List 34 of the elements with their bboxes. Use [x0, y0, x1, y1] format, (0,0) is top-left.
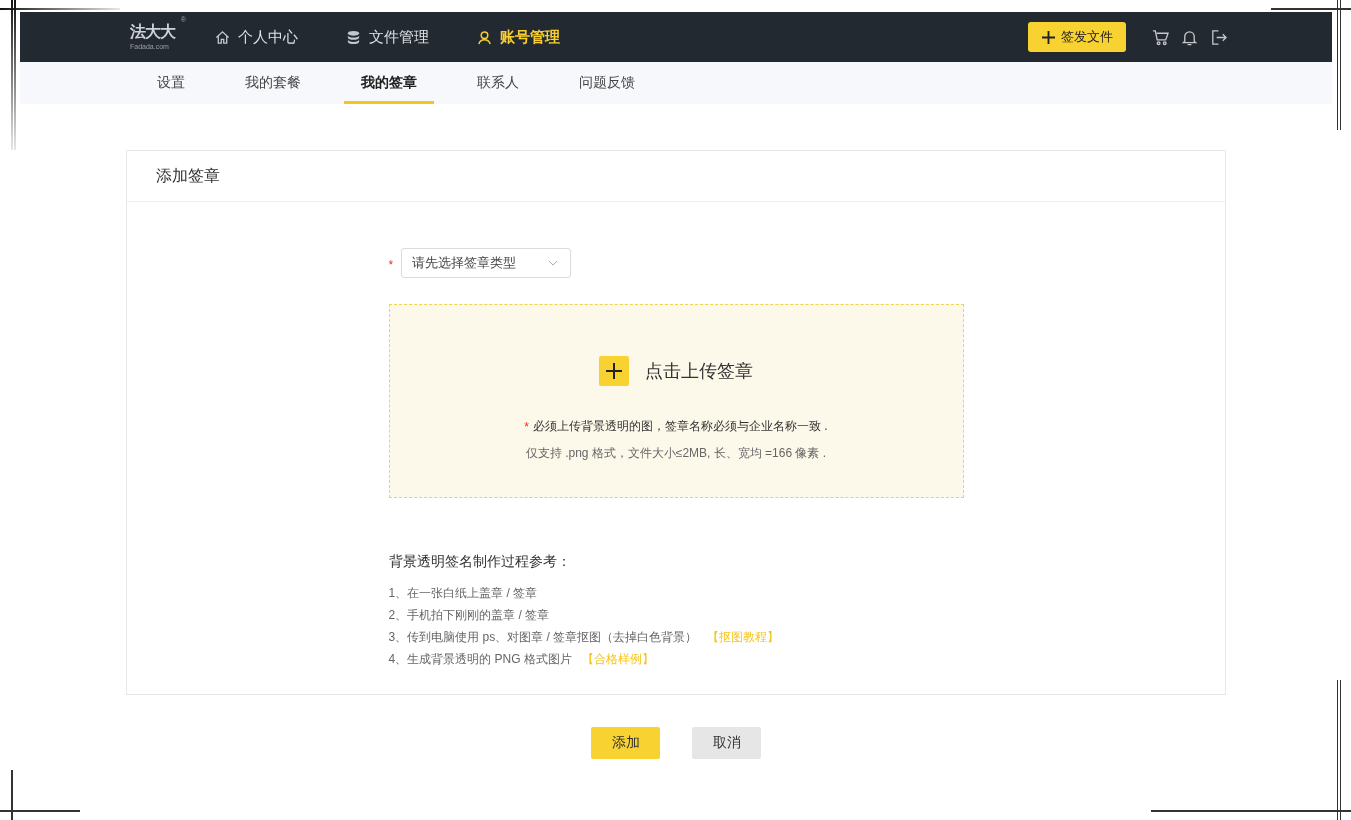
- guide-title: 背景透明签名制作过程参考：: [388, 552, 572, 571]
- guide-step: 3、传到电脑使用 ps、对图章 / 签章抠图（去掉白色背景）: [388, 626, 698, 648]
- add-button[interactable]: 添加: [591, 727, 660, 759]
- tab[interactable]: 设置: [140, 62, 202, 104]
- plus-icon: [1041, 30, 1055, 44]
- home-icon: [215, 29, 230, 45]
- required-mark: *: [524, 419, 529, 436]
- cart-icon[interactable]: [1152, 28, 1169, 46]
- tab[interactable]: 我的套餐: [228, 62, 318, 104]
- tab[interactable]: 联系人: [460, 62, 536, 104]
- signature-type-select[interactable]: 请先选择签章类型: [401, 248, 572, 278]
- user-icon: [477, 29, 492, 45]
- bell-icon[interactable]: [1181, 28, 1198, 46]
- guide-step: 4、生成背景透明的 PNG 格式图片: [388, 648, 572, 670]
- upload-note: 仅支持 .png 格式，文件大小≤2MB, 长、宽均 =166 像素 .: [525, 445, 827, 462]
- guide-step: 1、在一张白纸上盖章 / 签章: [388, 582, 538, 604]
- upload-button[interactable]: 点击上传签章: [599, 356, 753, 386]
- card-title: 添加签章: [156, 165, 220, 186]
- sign-document-button[interactable]: 签发文件: [1028, 22, 1126, 52]
- guide-step: 2、手机拍下刚刚的盖章 / 签章: [388, 604, 550, 626]
- upload-dropzone[interactable]: 点击上传签章 * 必须上传背景透明的图，签章名称必须与企业名称一致 . 仅支持 .png 格式，文件大小≤2MB, 长、宽均 =166 像素 .: [388, 304, 964, 498]
- logo-text: 法大大: [130, 22, 175, 42]
- tab[interactable]: 我的签章: [344, 62, 434, 104]
- nav-item[interactable]: 账号管理: [477, 27, 560, 47]
- logout-icon[interactable]: [1210, 28, 1227, 46]
- chevron-down-icon: [548, 260, 559, 266]
- nav-item[interactable]: 文件管理: [346, 27, 429, 47]
- nav-item[interactable]: 个人中心: [215, 27, 298, 47]
- database-icon: [346, 29, 361, 45]
- upload-note: 必须上传背景透明的图，签章名称必须与企业名称一致 .: [533, 418, 828, 435]
- required-mark: *: [388, 257, 394, 272]
- cancel-button[interactable]: 取消: [692, 727, 761, 759]
- plus-icon: [599, 356, 629, 386]
- tab[interactable]: 问题反馈: [562, 62, 652, 104]
